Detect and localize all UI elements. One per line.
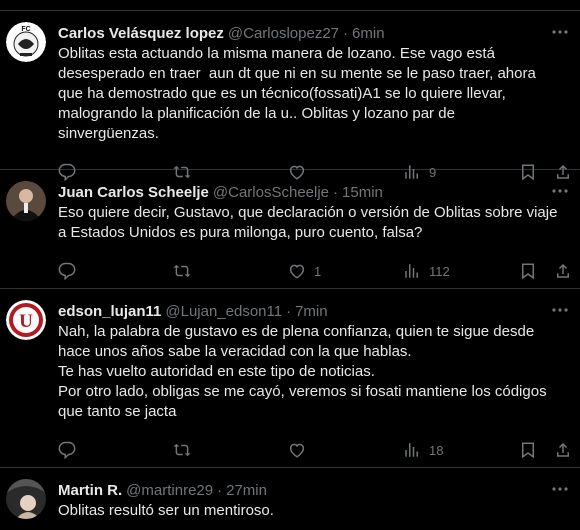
avatar[interactable] — [6, 479, 46, 519]
separator: · — [343, 24, 349, 42]
separator: · — [286, 302, 292, 320]
tweet-header: Carlos Velásquez lopez @Carloslopez27 · … — [58, 22, 564, 44]
share-icon — [557, 263, 569, 278]
timestamp[interactable]: 6min — [352, 25, 385, 42]
like-button[interactable]: 1 — [288, 262, 321, 280]
views-button[interactable]: 112 — [403, 262, 450, 280]
avatar-image-crest: FC — [6, 22, 46, 62]
tweet-header: edson_lujan11 @Lujan_edson11 · 7min — [58, 300, 564, 322]
avatar[interactable]: U — [6, 300, 46, 340]
separator: · — [217, 481, 223, 499]
reply-feed: FC Carlos Velásquez lopez @Carloslopez27… — [0, 0, 580, 530]
avatar-image-photo — [6, 181, 46, 221]
share-button[interactable] — [554, 262, 572, 280]
reply-icon — [58, 262, 76, 280]
retweet-button[interactable] — [173, 262, 199, 280]
action-bar: 1 112 — [58, 261, 569, 281]
views-count: 112 — [429, 263, 450, 279]
timestamp[interactable]: 27min — [226, 482, 267, 499]
views-button[interactable]: 18 — [403, 441, 443, 459]
avatar[interactable]: FC — [6, 22, 46, 62]
more-icon[interactable] — [550, 24, 570, 40]
tweet[interactable]: Martin R. @martinre29 · 27min Oblitas re… — [0, 468, 580, 530]
more-icon[interactable] — [550, 481, 570, 497]
tweet[interactable]: FC Carlos Velásquez lopez @Carloslopez27… — [0, 11, 580, 181]
tweet-text: Oblitas esta actuando la misma manera de… — [58, 45, 540, 142]
retweet-icon — [173, 443, 191, 457]
display-name[interactable]: Juan Carlos Scheelje — [58, 184, 209, 201]
tweet[interactable]: U edson_lujan11 @Lujan_edson11 · 7min Na… — [0, 289, 580, 468]
views-icon — [405, 443, 418, 457]
bookmark-icon — [522, 263, 534, 280]
like-button[interactable] — [288, 441, 314, 459]
display-name[interactable]: Martin R. — [58, 482, 122, 499]
avatar-image-crest: U — [6, 300, 46, 340]
like-icon — [289, 264, 305, 279]
bookmark-button[interactable] — [519, 441, 537, 459]
display-name[interactable]: edson_lujan11 — [58, 303, 161, 320]
like-count: 1 — [314, 263, 322, 279]
share-icon — [557, 442, 569, 457]
views-icon — [405, 264, 418, 278]
tweet-header: Juan Carlos Scheelje @CarlosScheelje · 1… — [58, 181, 564, 203]
handle[interactable]: @CarlosScheelje — [213, 184, 329, 201]
retweet-icon — [173, 264, 191, 278]
action-bar: 18 — [58, 440, 569, 460]
views-count: 18 — [429, 442, 444, 458]
handle[interactable]: @Carloslopez27 — [228, 25, 339, 42]
timestamp[interactable]: 7min — [295, 303, 328, 320]
avatar[interactable] — [6, 181, 46, 221]
reply-button[interactable] — [58, 441, 84, 459]
timestamp[interactable]: 15min — [342, 184, 383, 201]
handle[interactable]: @martinre29 — [126, 482, 213, 499]
tweet-text: Nah, la palabra de gustavo es de plena c… — [58, 323, 547, 420]
like-icon — [289, 443, 305, 458]
tweet-text: Eso quiere decir, Gustavo, que declaraci… — [58, 204, 562, 241]
bookmark-button[interactable] — [519, 262, 537, 280]
avatar-label: U — [19, 311, 33, 332]
handle[interactable]: @Lujan_edson11 — [165, 303, 282, 320]
display-name[interactable]: Carlos Velásquez lopez — [58, 25, 224, 42]
tweet-text: Oblitas resultó ser un mentiroso. — [58, 502, 274, 519]
reply-icon — [58, 441, 76, 459]
retweet-button[interactable] — [173, 441, 199, 459]
tweet[interactable]: Juan Carlos Scheelje @CarlosScheelje · 1… — [0, 170, 580, 289]
separator: · — [333, 183, 339, 201]
share-button[interactable] — [554, 441, 572, 459]
tweet-header: Martin R. @martinre29 · 27min — [58, 479, 564, 501]
bookmark-icon — [522, 442, 534, 459]
avatar-image-photo — [6, 479, 46, 519]
reply-button[interactable] — [58, 262, 84, 280]
more-icon[interactable] — [550, 183, 570, 199]
more-icon[interactable] — [550, 302, 570, 318]
